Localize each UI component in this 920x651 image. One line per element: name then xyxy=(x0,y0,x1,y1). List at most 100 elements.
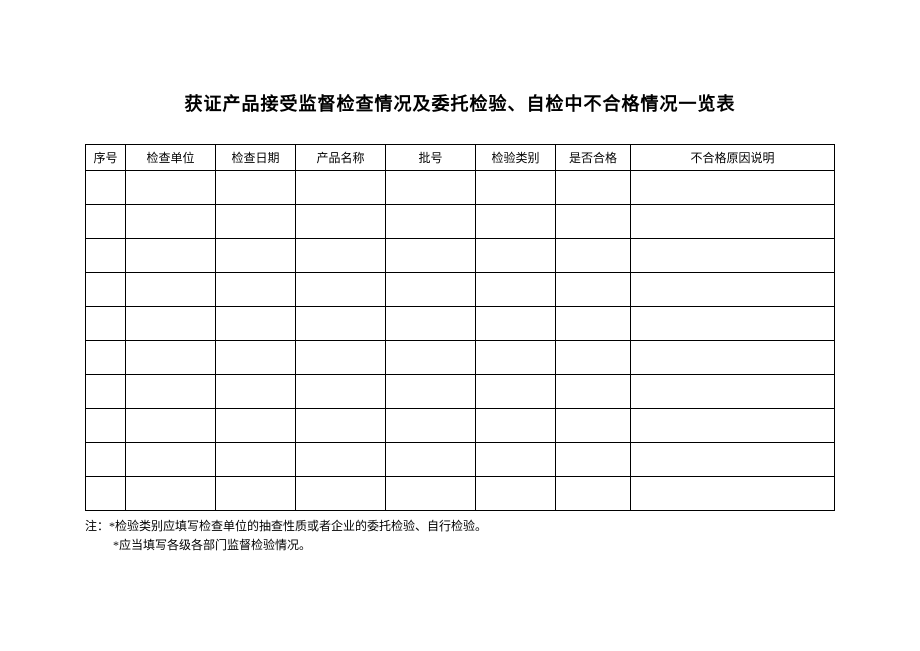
cell-category xyxy=(476,375,556,409)
cell-seq xyxy=(86,273,126,307)
cell-date xyxy=(216,341,296,375)
cell-category xyxy=(476,443,556,477)
cell-seq xyxy=(86,307,126,341)
cell-pass xyxy=(556,307,631,341)
page-title: 获证产品接受监督检查情况及委托检验、自检中不合格情况一览表 xyxy=(85,90,835,116)
cell-batch xyxy=(386,341,476,375)
cell-category xyxy=(476,341,556,375)
header-date: 检查日期 xyxy=(216,145,296,171)
cell-unit xyxy=(126,375,216,409)
cell-reason xyxy=(631,341,835,375)
cell-product xyxy=(296,477,386,511)
cell-category xyxy=(476,171,556,205)
cell-unit xyxy=(126,307,216,341)
cell-category xyxy=(476,239,556,273)
cell-date xyxy=(216,239,296,273)
cell-date xyxy=(216,409,296,443)
cell-pass xyxy=(556,375,631,409)
cell-batch xyxy=(386,273,476,307)
cell-reason xyxy=(631,443,835,477)
cell-seq xyxy=(86,477,126,511)
header-unit: 检查单位 xyxy=(126,145,216,171)
cell-reason xyxy=(631,375,835,409)
cell-category xyxy=(476,205,556,239)
cell-unit xyxy=(126,205,216,239)
cell-category xyxy=(476,307,556,341)
cell-product xyxy=(296,409,386,443)
cell-product xyxy=(296,205,386,239)
inspection-table: 序号 检查单位 检查日期 产品名称 批号 检验类别 是否合格 不合格原因说明 xyxy=(85,144,835,511)
header-reason: 不合格原因说明 xyxy=(631,145,835,171)
cell-reason xyxy=(631,205,835,239)
cell-batch xyxy=(386,239,476,273)
table-row xyxy=(86,273,835,307)
cell-pass xyxy=(556,205,631,239)
cell-date xyxy=(216,307,296,341)
cell-unit xyxy=(126,239,216,273)
note-prefix: 注： xyxy=(85,519,109,533)
cell-product xyxy=(296,171,386,205)
table-header-row: 序号 检查单位 检查日期 产品名称 批号 检验类别 是否合格 不合格原因说明 xyxy=(86,145,835,171)
header-category: 检验类别 xyxy=(476,145,556,171)
table-row xyxy=(86,409,835,443)
cell-category xyxy=(476,477,556,511)
cell-pass xyxy=(556,409,631,443)
cell-reason xyxy=(631,273,835,307)
cell-batch xyxy=(386,171,476,205)
table-row xyxy=(86,341,835,375)
cell-batch xyxy=(386,409,476,443)
cell-unit xyxy=(126,477,216,511)
cell-unit xyxy=(126,341,216,375)
note-text-1: *检验类别应填写检查单位的抽查性质或者企业的委托检验、自行检验。 xyxy=(109,519,487,533)
cell-unit xyxy=(126,443,216,477)
cell-pass xyxy=(556,273,631,307)
cell-date xyxy=(216,205,296,239)
cell-reason xyxy=(631,307,835,341)
cell-date xyxy=(216,171,296,205)
cell-batch xyxy=(386,205,476,239)
cell-product xyxy=(296,273,386,307)
cell-unit xyxy=(126,273,216,307)
cell-seq xyxy=(86,171,126,205)
cell-product xyxy=(296,239,386,273)
header-batch: 批号 xyxy=(386,145,476,171)
cell-reason xyxy=(631,409,835,443)
table-row xyxy=(86,307,835,341)
cell-reason xyxy=(631,477,835,511)
table-row xyxy=(86,443,835,477)
table-row xyxy=(86,375,835,409)
note-line-1: 注：*检验类别应填写检查单位的抽查性质或者企业的委托检验、自行检验。 xyxy=(85,517,835,536)
cell-product xyxy=(296,307,386,341)
cell-product xyxy=(296,341,386,375)
cell-batch xyxy=(386,477,476,511)
cell-seq xyxy=(86,375,126,409)
cell-date xyxy=(216,375,296,409)
table-row xyxy=(86,477,835,511)
cell-seq xyxy=(86,409,126,443)
cell-category xyxy=(476,273,556,307)
cell-batch xyxy=(386,443,476,477)
header-seq: 序号 xyxy=(86,145,126,171)
cell-seq xyxy=(86,341,126,375)
cell-pass xyxy=(556,239,631,273)
header-pass: 是否合格 xyxy=(556,145,631,171)
cell-product xyxy=(296,443,386,477)
cell-pass xyxy=(556,477,631,511)
cell-pass xyxy=(556,443,631,477)
header-product: 产品名称 xyxy=(296,145,386,171)
cell-batch xyxy=(386,307,476,341)
footer-notes: 注：*检验类别应填写检查单位的抽查性质或者企业的委托检验、自行检验。 *应当填写… xyxy=(85,517,835,555)
table-row xyxy=(86,205,835,239)
cell-product xyxy=(296,375,386,409)
cell-pass xyxy=(556,171,631,205)
cell-seq xyxy=(86,205,126,239)
cell-seq xyxy=(86,443,126,477)
cell-date xyxy=(216,443,296,477)
cell-pass xyxy=(556,341,631,375)
cell-reason xyxy=(631,239,835,273)
table-row xyxy=(86,171,835,205)
cell-seq xyxy=(86,239,126,273)
cell-batch xyxy=(386,375,476,409)
cell-date xyxy=(216,477,296,511)
cell-unit xyxy=(126,171,216,205)
